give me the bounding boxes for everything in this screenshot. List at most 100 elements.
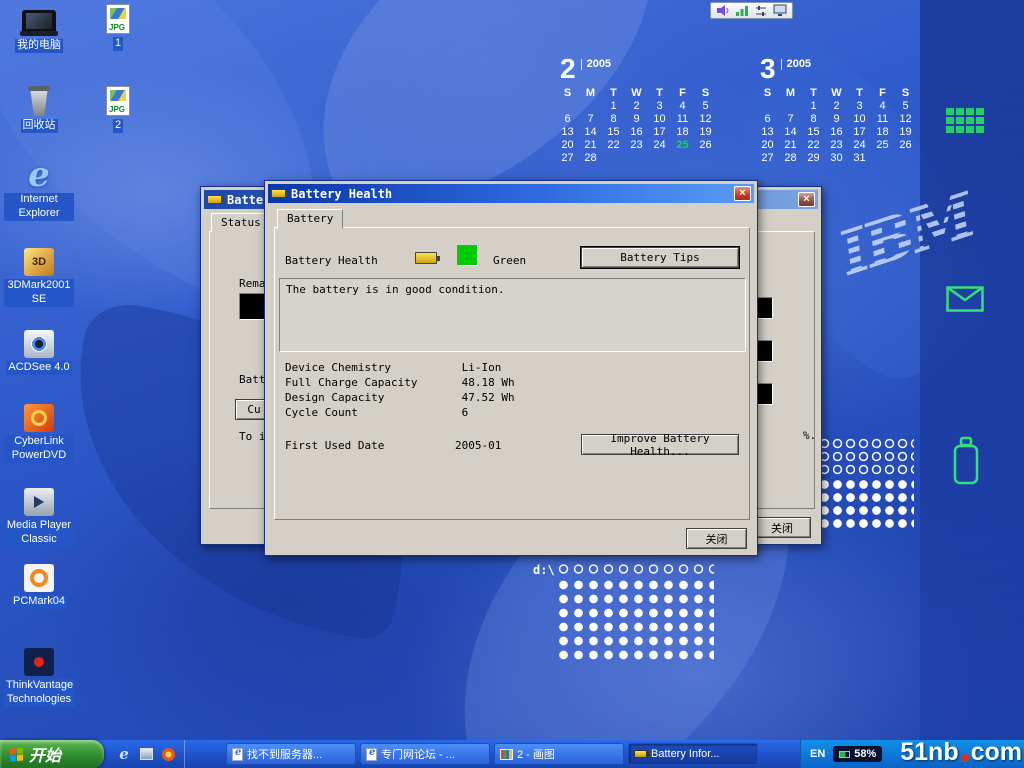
calendar-day-header: T: [602, 86, 625, 99]
tab-status[interactable]: Status: [211, 213, 271, 233]
calendar-day-header: S: [556, 86, 579, 99]
calendar-day: 4: [671, 99, 694, 112]
calendar-day: 8: [802, 112, 825, 125]
drive-label: d:\: [533, 563, 555, 577]
calendar-day-header: S: [756, 86, 779, 99]
close-icon[interactable]: [798, 192, 815, 207]
spec-row: Cycle Count 6: [285, 406, 515, 421]
task-label: 2 - 画图: [517, 746, 555, 762]
display-icon[interactable]: [773, 4, 787, 17]
calendar-year: 2005: [781, 59, 811, 70]
calendar-day: 28: [779, 151, 802, 164]
calendar-day: 11: [871, 112, 894, 125]
calendar-3-2005: 3 2005 SMTWTFS12345678910111213141516171…: [756, 56, 920, 164]
calendar-day-header: T: [848, 86, 871, 99]
start-button[interactable]: 开始: [0, 740, 104, 768]
tray-battery[interactable]: 58%: [833, 746, 882, 762]
desktop-icon-1[interactable]: 回收站: [2, 84, 76, 133]
calendar-day: 27: [756, 151, 779, 164]
taskbar-task-1[interactable]: 专门网论坛 - ...: [360, 743, 490, 765]
desktop-icon-2[interactable]: e Internet Explorer: [2, 158, 76, 221]
calendar-day: 14: [779, 125, 802, 138]
calendar-day: 15: [602, 125, 625, 138]
dot-grid: [818, 437, 914, 477]
calendar-day: [579, 99, 602, 112]
media-player-icon[interactable]: [160, 746, 176, 762]
battery-icon: [634, 750, 647, 758]
task-label: 专门网论坛 - ...: [381, 746, 455, 762]
calendar-day: 22: [802, 138, 825, 151]
desktop-icon-7[interactable]: PCMark04: [2, 560, 76, 609]
windows-logo-icon: [10, 747, 23, 761]
osd-toolbar: [710, 2, 793, 19]
ie-page-icon: [232, 748, 243, 761]
language-indicator[interactable]: EN: [810, 748, 825, 760]
battery-specs: Device Chemistry Li-Ion Full Charge Capa…: [285, 361, 515, 421]
close-icon[interactable]: [734, 186, 751, 201]
desktop-icon-6[interactable]: Media Player Classic: [2, 484, 76, 547]
battery-icon: [839, 751, 850, 758]
calendar-day-header: S: [694, 86, 717, 99]
window-title: Batte: [227, 193, 263, 207]
desktop-icon-label: 3DMark2001 SE: [4, 279, 74, 307]
close-button[interactable]: 关闭: [753, 517, 811, 538]
desktop-icon-label: 回收站: [21, 119, 58, 133]
calendar-day: 31: [848, 151, 871, 164]
health-value: Green: [493, 254, 526, 267]
desktop-icon-4[interactable]: ACDSee 4.0: [2, 326, 76, 375]
battery-tips-button[interactable]: Battery Tips: [581, 247, 739, 268]
jpg-file-0[interactable]: JPG 1: [92, 2, 144, 51]
calendar-day: 18: [671, 125, 694, 138]
spec-row: Device Chemistry Li-Ion: [285, 361, 515, 376]
desktop-icon-5[interactable]: CyberLink PowerDVD: [2, 400, 76, 463]
desktop-icon-label: Internet Explorer: [4, 193, 74, 221]
calendar-day-header: T: [802, 86, 825, 99]
health-status-swatch: [457, 245, 478, 266]
internet-explorer-icon[interactable]: e: [116, 746, 132, 762]
envelope-icon: [946, 286, 984, 317]
spec-value: Li-Ion: [462, 361, 502, 374]
calendar-day: [871, 151, 894, 164]
battery-health-titlebar[interactable]: Battery Health: [268, 184, 754, 203]
volume-bars-icon[interactable]: [735, 4, 749, 17]
desktop-icon-0[interactable]: 我的电脑: [2, 4, 76, 53]
calendar-day: 17: [848, 125, 871, 138]
calendar-day: 11: [671, 112, 694, 125]
media-player-classic-icon: [24, 484, 54, 516]
calendar-year: 2005: [581, 59, 611, 70]
calendar-day: 8: [602, 112, 625, 125]
sliders-icon[interactable]: [754, 4, 768, 17]
calendar-day: 21: [579, 138, 602, 151]
taskbar-task-0[interactable]: 找不到服务器...: [226, 743, 356, 765]
calendar-day-header: W: [825, 86, 848, 99]
desktop-icon-label: ACDSee 4.0: [6, 361, 71, 375]
taskbar-task-3[interactable]: Battery Infor...: [628, 743, 758, 765]
first-used-label: First Used Date: [285, 439, 384, 452]
desktop-icon-8[interactable]: ThinkVantage Technologies: [2, 644, 76, 707]
watermark-dot: [961, 754, 969, 762]
calendar-day: 9: [625, 112, 648, 125]
show-desktop-icon[interactable]: [138, 746, 154, 762]
jpg-icon-column: JPG 1 JPG 2: [92, 0, 144, 768]
battery-icon: [271, 189, 286, 198]
speaker-icon[interactable]: [716, 4, 730, 17]
taskbar-task-2[interactable]: 2 - 画图: [494, 743, 624, 765]
calendar-day-header: M: [779, 86, 802, 99]
calendar-day: 12: [694, 112, 717, 125]
desktop-icon-3[interactable]: 3D 3DMark2001 SE: [2, 244, 76, 307]
condition-box: The battery is in good condition.: [279, 278, 746, 352]
calendar-day: 12: [894, 112, 917, 125]
calendar-day-header: T: [648, 86, 671, 99]
tab-battery[interactable]: Battery: [277, 209, 343, 229]
close-button[interactable]: 关闭: [686, 528, 747, 549]
battery-cylinder-icon: [950, 436, 982, 491]
calendar-day-header: F: [671, 86, 694, 99]
desktop-icon-label: 2: [113, 119, 123, 133]
quick-launch: e: [108, 740, 185, 768]
thinkvantage-icon: [24, 644, 54, 676]
improve-battery-health-button[interactable]: Improve Battery Health...: [581, 434, 739, 455]
recycle-bin-icon: [27, 84, 51, 116]
calendar-2-2005: 2 2005 SMTWTFS12345678910111213141516171…: [556, 56, 720, 164]
spec-label: Design Capacity: [285, 391, 455, 404]
jpg-file-1[interactable]: JPG 2: [92, 84, 144, 133]
